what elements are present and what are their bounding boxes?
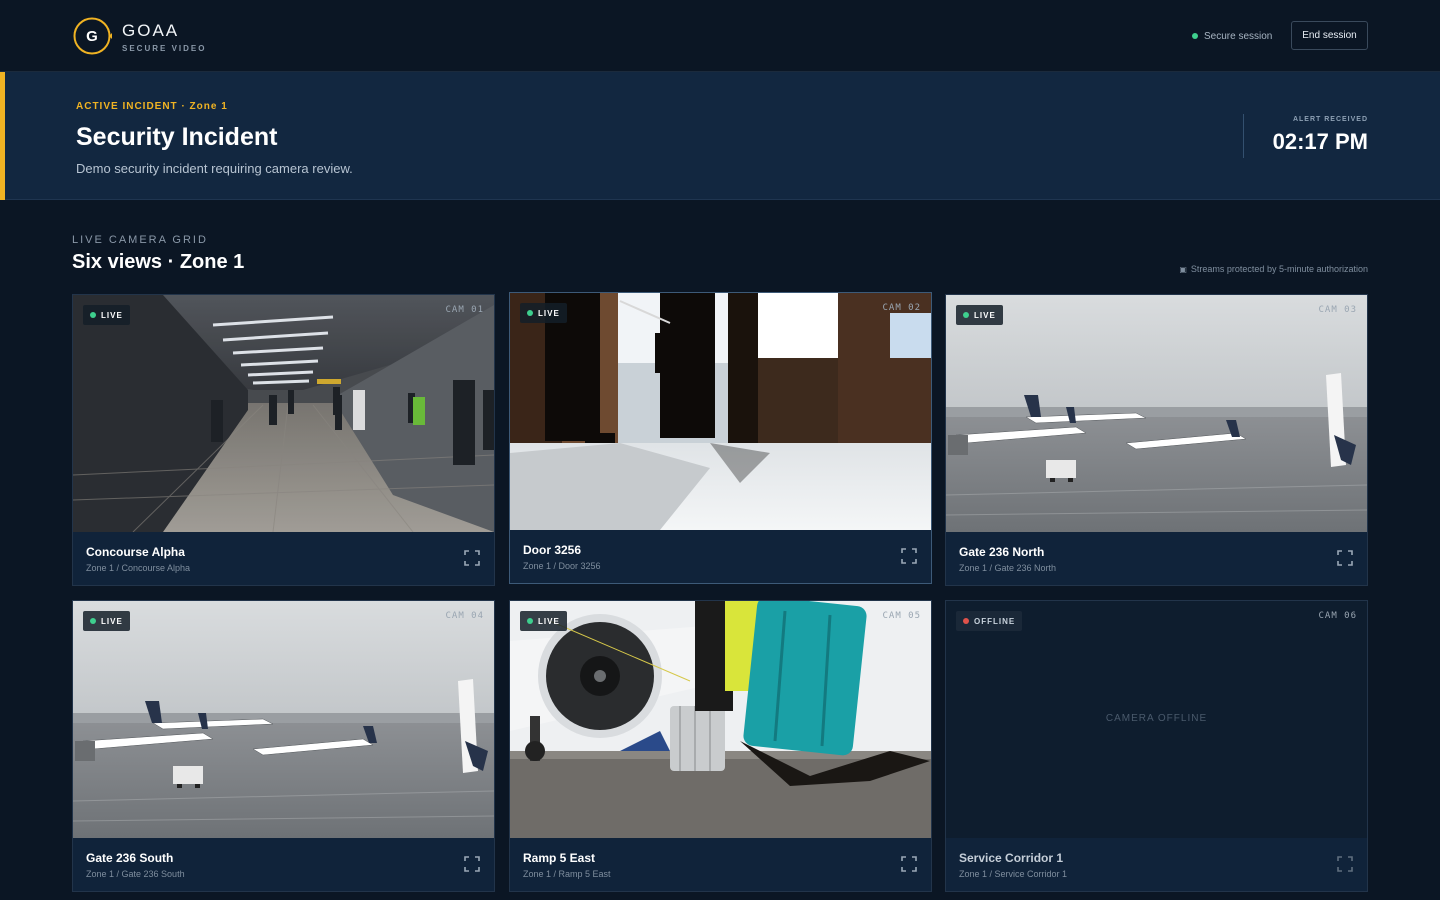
camera-footer: Gate 236 South Zone 1 / Gate 236 South: [73, 838, 494, 891]
camera-feed-ramp[interactable]: [510, 601, 931, 838]
camera-name: Door 3256: [523, 543, 582, 557]
camera-card-03[interactable]: LIVE CAM 03 Gate 236 North Zone 1 / Gate…: [945, 294, 1368, 586]
end-session-button[interactable]: End session: [1291, 21, 1368, 50]
session-status: Secure session: [1192, 30, 1272, 42]
live-dot-icon: [527, 310, 533, 316]
camera-footer: Door 3256 Zone 1 / Door 3256: [510, 530, 931, 583]
live-badge: LIVE: [956, 305, 1003, 325]
camera-footer: Gate 236 North Zone 1 / Gate 236 North: [946, 532, 1367, 585]
alert-received-label: ALERT RECEIVED: [1292, 116, 1368, 123]
camera-name: Gate 236 North: [959, 545, 1045, 559]
live-badge: LIVE: [83, 305, 130, 325]
incident-banner: ACTIVE INCIDENT · Zone 1 Security Incide…: [0, 72, 1440, 200]
offline-badge: OFFLINE: [956, 611, 1023, 631]
incident-kicker: ACTIVE INCIDENT · Zone 1: [76, 101, 228, 112]
camera-footer: Service Corridor 1 Zone 1 / Service Corr…: [946, 838, 1367, 891]
camera-id: CAM 02: [882, 303, 921, 313]
live-badge: LIVE: [520, 611, 567, 631]
authorization-note: ▣ Streams protected by 5-minute authoriz…: [1179, 264, 1368, 274]
expand-icon[interactable]: [900, 855, 918, 873]
expand-icon[interactable]: [463, 855, 481, 873]
camera-path: Zone 1 / Door 3256: [523, 561, 601, 571]
camera-feed-offline: CAMERA OFFLINE: [946, 601, 1367, 838]
live-dot-icon: [90, 312, 96, 318]
badge-label: OFFLINE: [974, 616, 1016, 626]
expand-icon[interactable]: [1336, 549, 1354, 567]
top-bar: G GOAA SECURE VIDEO Secure session End s…: [0, 0, 1440, 72]
camera-path: Zone 1 / Gate 236 North: [959, 563, 1057, 573]
camera-footer: Ramp 5 East Zone 1 / Ramp 5 East: [510, 838, 931, 891]
live-badge: LIVE: [83, 611, 130, 631]
camera-name: Concourse Alpha: [86, 545, 185, 559]
camera-id: CAM 04: [445, 611, 484, 621]
live-dot-icon: [963, 312, 969, 318]
camera-footer: Concourse Alpha Zone 1 / Concourse Alpha: [73, 532, 494, 585]
camera-offline-text: CAMERA OFFLINE: [1105, 713, 1208, 724]
brand-subtitle: SECURE VIDEO: [122, 44, 207, 53]
camera-id: CAM 05: [882, 611, 921, 621]
camera-name: Ramp 5 East: [523, 851, 596, 865]
badge-label: LIVE: [101, 616, 123, 626]
camera-name: Service Corridor 1: [959, 851, 1064, 865]
live-badge: LIVE: [520, 303, 567, 323]
grid-title: Six views · Zone 1: [72, 251, 245, 273]
grid-kicker: LIVE CAMERA GRID: [72, 234, 208, 246]
expand-icon[interactable]: [900, 547, 918, 565]
live-dot-icon: [527, 618, 533, 624]
camera-id: CAM 06: [1318, 611, 1357, 621]
alert-time: 02:17 PM: [1272, 129, 1368, 154]
camera-feed-door[interactable]: [510, 293, 931, 530]
camera-path: Zone 1 / Concourse Alpha: [86, 563, 191, 573]
camera-id: CAM 03: [1318, 305, 1357, 315]
badge-label: LIVE: [538, 308, 560, 318]
camera-feed-gate-south[interactable]: [73, 601, 494, 838]
authorization-note-text: Streams protected by 5-minute authorizat…: [1190, 264, 1368, 274]
camera-path: Zone 1 / Ramp 5 East: [523, 869, 611, 879]
camera-feed-concourse[interactable]: [73, 295, 494, 532]
camera-card-06[interactable]: CAMERA OFFLINE OFFLINE CAM 06 Service Co…: [945, 600, 1368, 892]
brand-name: GOAA: [122, 21, 180, 40]
incident-accent-bar: [0, 72, 5, 200]
badge-label: LIVE: [538, 616, 560, 626]
incident-title: Security Incident: [76, 123, 278, 151]
camera-card-01[interactable]: LIVE CAM 01 Concourse Alpha Zone 1 / Con…: [72, 294, 495, 586]
status-dot-icon: [1192, 33, 1198, 39]
camera-path: Zone 1 / Gate 236 South: [86, 869, 185, 879]
offline-dot-icon: [963, 618, 969, 624]
camera-card-05[interactable]: LIVE CAM 05 Ramp 5 East Zone 1 / Ramp 5 …: [509, 600, 932, 892]
incident-divider: [1243, 114, 1244, 158]
camera-card-02[interactable]: LIVE CAM 02 Door 3256 Zone 1 / Door 3256: [509, 292, 932, 584]
expand-icon[interactable]: [463, 549, 481, 567]
camera-card-04[interactable]: LIVE CAM 04 Gate 236 South Zone 1 / Gate…: [72, 600, 495, 892]
lock-icon: ▣: [1179, 264, 1187, 274]
expand-icon[interactable]: [1336, 855, 1354, 873]
badge-label: LIVE: [101, 310, 123, 320]
camera-feed-gate-north[interactable]: [946, 295, 1367, 532]
live-dot-icon: [90, 618, 96, 624]
goaa-logo-icon: G: [73, 17, 112, 55]
incident-description: Demo security incident requiring camera …: [76, 161, 353, 176]
badge-label: LIVE: [974, 310, 996, 320]
camera-id: CAM 01: [445, 305, 484, 315]
logo-letter: G: [86, 28, 98, 45]
camera-name: Gate 236 South: [86, 851, 174, 865]
session-status-label: Secure session: [1204, 30, 1273, 42]
camera-path: Zone 1 / Service Corridor 1: [959, 869, 1068, 879]
